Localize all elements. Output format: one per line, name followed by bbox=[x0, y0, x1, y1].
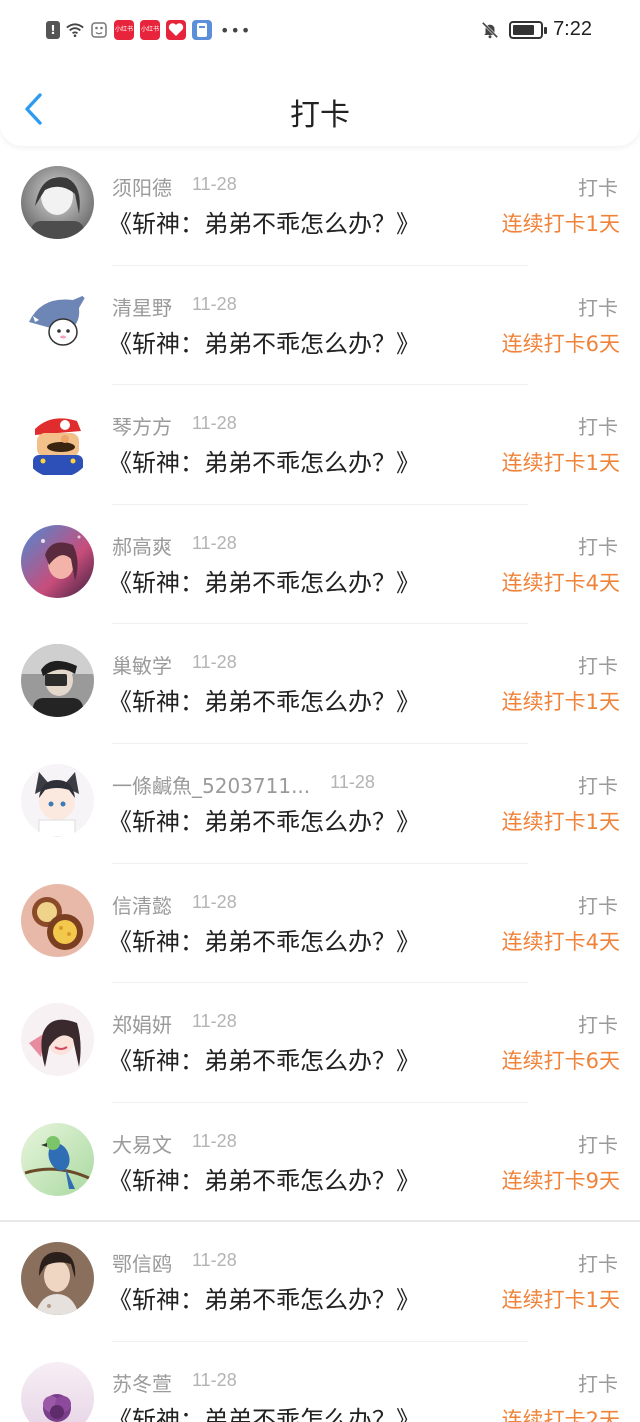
user-name[interactable]: 鄂信鸥 bbox=[112, 1248, 172, 1277]
checkin-date: 11-28 bbox=[330, 771, 375, 792]
checkin-tag: 打卡 bbox=[578, 893, 618, 918]
battery-icon bbox=[509, 20, 548, 39]
book-title[interactable]: 《斩神：弟弟不乖怎么办？》 bbox=[108, 443, 420, 478]
game-icon bbox=[90, 20, 108, 40]
status-icons-right: 7:22 bbox=[481, 18, 592, 41]
checkin-date: 11-28 bbox=[192, 1250, 237, 1271]
checkin-date: 11-28 bbox=[192, 293, 237, 314]
checkin-tag: 打卡 bbox=[578, 1132, 618, 1157]
checkin-row[interactable]: 琴方方 11-28 《斩神：弟弟不乖怎么办？》 打卡连续打卡1天 bbox=[0, 385, 640, 505]
avatar[interactable] bbox=[21, 1361, 94, 1422]
wifi-icon bbox=[66, 20, 84, 40]
book-title[interactable]: 《斩神：弟弟不乖怎么办？》 bbox=[108, 1161, 420, 1196]
book-title[interactable]: 《斩神：弟弟不乖怎么办？》 bbox=[108, 563, 420, 598]
checkin-row[interactable]: 巢敏学 11-28 《斩神：弟弟不乖怎么办？》 打卡连续打卡1天 bbox=[0, 624, 640, 744]
streak-label: 连续打卡1天 bbox=[501, 451, 620, 476]
checkin-row[interactable]: 鄂信鸥 11-28 《斩神：弟弟不乖怎么办？》 打卡连续打卡1天 bbox=[0, 1222, 640, 1342]
checkin-date: 11-28 bbox=[192, 1369, 237, 1390]
streak-label: 连续打卡6天 bbox=[501, 1049, 620, 1074]
avatar[interactable] bbox=[21, 405, 94, 479]
book-title[interactable]: 《斩神：弟弟不乖怎么办？》 bbox=[108, 1280, 420, 1315]
avatar[interactable] bbox=[21, 1242, 94, 1316]
checkin-date: 11-28 bbox=[192, 1011, 237, 1032]
avatar[interactable] bbox=[21, 763, 94, 837]
checkin-tag: 打卡 bbox=[578, 176, 618, 200]
checkin-tag: 打卡 bbox=[578, 654, 618, 679]
checkin-list: 须阳德 11-28 《斩神：弟弟不乖怎么办？》 打卡 连续打卡1天 清星野 11-28 《斩神… bbox=[0, 146, 640, 1422]
avatar[interactable] bbox=[21, 166, 94, 239]
checkin-row[interactable]: 苏冬萱 11-28 《斩神：弟弟不乖怎么办？》 打卡连续打卡2天 bbox=[0, 1342, 640, 1422]
book-title[interactable]: 《斩神：弟弟不乖怎么办？》 bbox=[108, 324, 420, 359]
alert-icon: ! bbox=[46, 21, 60, 39]
book-title[interactable]: 《斩神：弟弟不乖怎么办？》 bbox=[108, 682, 420, 717]
checkin-tag: 打卡 bbox=[578, 415, 618, 440]
user-name[interactable]: 清星野 bbox=[112, 292, 172, 321]
avatar[interactable] bbox=[21, 883, 94, 957]
user-name[interactable]: 琴方方 bbox=[112, 411, 172, 440]
checkin-tag: 打卡 bbox=[578, 295, 618, 320]
checkin-date: 11-28 bbox=[192, 652, 237, 673]
user-name[interactable]: 大易文 bbox=[112, 1129, 172, 1158]
book-title[interactable]: 《斩神：弟弟不乖怎么办？》 bbox=[108, 802, 420, 837]
streak-label: 连续打卡2天 bbox=[501, 1407, 620, 1422]
checkin-tag: 打卡 bbox=[578, 773, 618, 798]
user-name[interactable]: 郑娟妍 bbox=[112, 1009, 172, 1038]
bell-muted-icon bbox=[481, 20, 499, 40]
checkin-date: 11-28 bbox=[192, 174, 237, 194]
streak-label: 连续打卡9天 bbox=[501, 1168, 620, 1193]
checkin-row[interactable]: 大易文 11-28 《斩神：弟弟不乖怎么办？》 打卡连续打卡9天 bbox=[0, 1103, 640, 1223]
checkin-row[interactable]: 郑娟妍 11-28 《斩神：弟弟不乖怎么办？》 打卡连续打卡6天 bbox=[0, 983, 640, 1103]
user-name[interactable]: 苏冬萱 bbox=[112, 1368, 172, 1397]
checkin-tag: 打卡 bbox=[578, 1371, 618, 1396]
streak-label: 连续打卡1天 bbox=[501, 212, 620, 236]
checkin-date: 11-28 bbox=[192, 413, 237, 434]
status-bar: ! 小红书 小红书 ••• 7:22 bbox=[0, 0, 640, 64]
status-icons-left: ! 小红书 小红书 ••• bbox=[46, 20, 251, 40]
streak-label: 连续打卡4天 bbox=[501, 570, 620, 595]
user-name[interactable]: 一條鹹魚_5203711... bbox=[112, 770, 310, 799]
checkin-row[interactable]: 信清懿 11-28 《斩神：弟弟不乖怎么办？》 打卡连续打卡4天 bbox=[0, 864, 640, 984]
avatar[interactable] bbox=[21, 285, 94, 359]
streak-label: 连续打卡6天 bbox=[501, 331, 620, 356]
user-name[interactable]: 须阳德 bbox=[112, 172, 172, 201]
avatar[interactable] bbox=[21, 524, 94, 598]
checkin-date: 11-28 bbox=[192, 891, 237, 912]
more-notifications-icon: ••• bbox=[220, 20, 252, 40]
checkin-row[interactable]: 郝高爽 11-28 《斩神：弟弟不乖怎么办？》 打卡连续打卡4天 bbox=[0, 505, 640, 625]
status-time: 7:22 bbox=[553, 18, 592, 40]
checkin-row[interactable]: 清星野 11-28 《斩神：弟弟不乖怎么办？》 打卡连续打卡6天 bbox=[0, 266, 640, 386]
book-title[interactable]: 《斩神：弟弟不乖怎么办？》 bbox=[108, 1400, 420, 1422]
avatar[interactable] bbox=[21, 1122, 94, 1196]
checkin-tag: 打卡 bbox=[578, 534, 618, 559]
nav-bar: 打卡 bbox=[0, 64, 640, 146]
checkin-date: 11-28 bbox=[192, 1130, 237, 1151]
book-title[interactable]: 《斩神：弟弟不乖怎么办？》 bbox=[108, 1041, 420, 1076]
streak-label: 连续打卡1天 bbox=[501, 1288, 620, 1313]
checkin-tag: 打卡 bbox=[578, 1013, 618, 1038]
card-app-icon bbox=[192, 20, 212, 40]
checkin-row[interactable]: 一條鹹魚_5203711... 11-28 《斩神：弟弟不乖怎么办？》 打卡连续打卡1… bbox=[0, 744, 640, 864]
streak-label: 连续打卡1天 bbox=[501, 809, 620, 834]
avatar[interactable] bbox=[21, 1003, 94, 1077]
user-name[interactable]: 郝高爽 bbox=[112, 531, 172, 560]
checkin-tag: 打卡 bbox=[578, 1252, 618, 1277]
book-title[interactable]: 《斩神：弟弟不乖怎么办？》 bbox=[108, 204, 420, 239]
heart-app-icon bbox=[166, 20, 186, 40]
user-name[interactable]: 信清懿 bbox=[112, 890, 172, 919]
xiaohongshu-icon: 小红书 bbox=[114, 20, 134, 40]
streak-label: 连续打卡4天 bbox=[501, 929, 620, 954]
header: ! 小红书 小红书 ••• 7:22 打卡 bbox=[0, 0, 640, 146]
page-title: 打卡 bbox=[290, 98, 350, 133]
streak-label: 连续打卡1天 bbox=[501, 690, 620, 715]
xiaohongshu-icon: 小红书 bbox=[140, 20, 160, 40]
checkin-row[interactable]: 须阳德 11-28 《斩神：弟弟不乖怎么办？》 打卡连续打卡1天 bbox=[0, 146, 640, 266]
user-name[interactable]: 巢敏学 bbox=[112, 650, 172, 679]
book-title[interactable]: 《斩神：弟弟不乖怎么办？》 bbox=[108, 922, 420, 957]
avatar[interactable] bbox=[21, 644, 94, 718]
checkin-date: 11-28 bbox=[192, 532, 237, 553]
